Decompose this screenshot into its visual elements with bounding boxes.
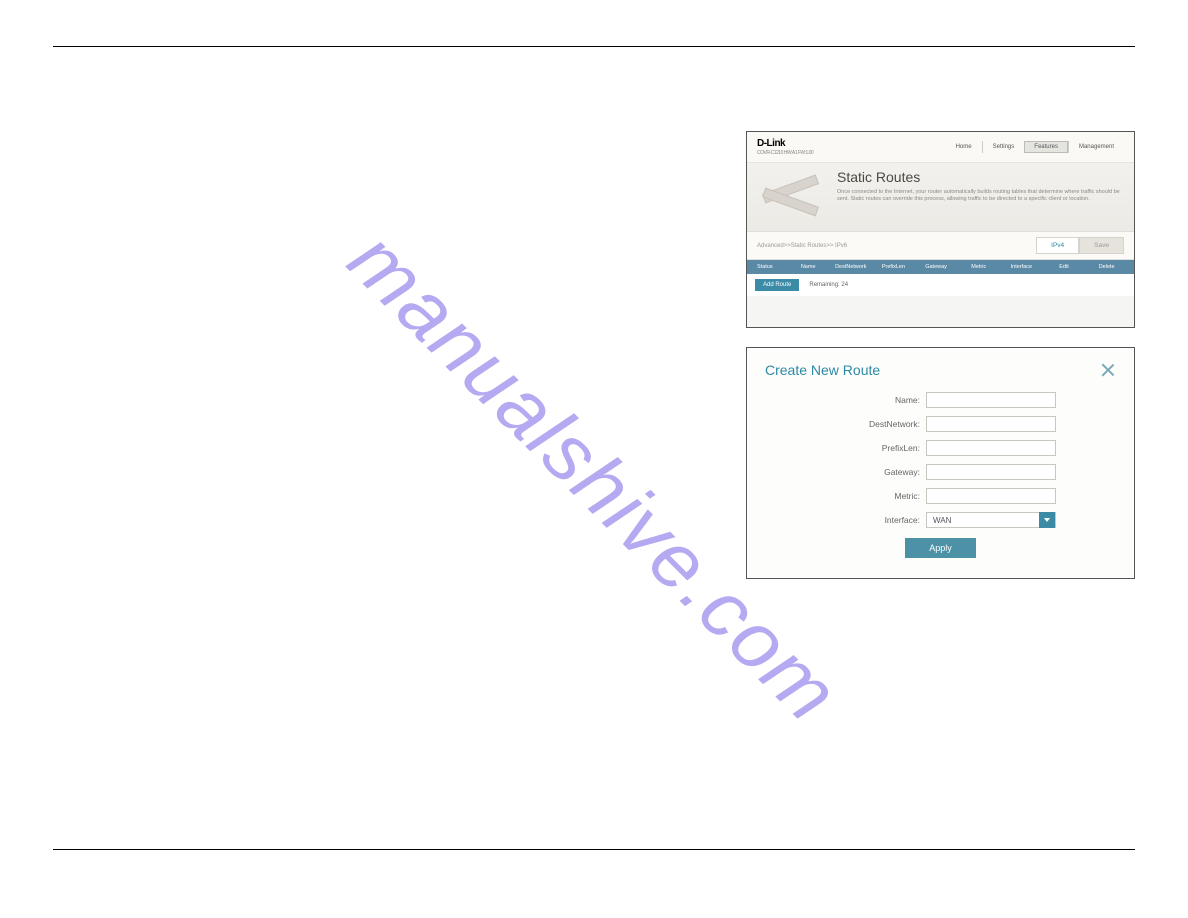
brand-block: D-Link COVR-C1210 HW:A1 FW:1.00 — [757, 138, 813, 156]
col-metric: Metric — [957, 264, 1000, 270]
ipv4-link[interactable]: IPv4 — [1036, 237, 1079, 254]
routes-table-header: Status Name DestNetwork PrefixLen Gatewa… — [747, 260, 1134, 274]
col-delete: Delete — [1085, 264, 1128, 270]
breadcrumb: Advanced>>Static Routes>> IPv6 — [757, 243, 847, 249]
nav-management[interactable]: Management — [1068, 141, 1124, 153]
page-rule-bottom — [53, 849, 1135, 850]
signpost-icon — [757, 169, 827, 219]
dialog-header: Create New Route — [765, 362, 1116, 378]
page-title: Static Routes — [837, 169, 1124, 185]
col-destnetwork: DestNetwork — [829, 264, 872, 270]
label-interface: Interface: — [885, 515, 920, 525]
gateway-field[interactable] — [926, 464, 1056, 480]
breadcrumb-buttons: IPv4 Save — [1036, 237, 1124, 254]
nav-settings[interactable]: Settings — [982, 141, 1025, 153]
col-interface: Interface — [1000, 264, 1043, 270]
metric-field[interactable] — [926, 488, 1056, 504]
row-destnetwork: DestNetwork: — [765, 416, 1116, 432]
col-edit: Edit — [1043, 264, 1086, 270]
row-name: Name: — [765, 392, 1116, 408]
chevron-down-icon — [1039, 512, 1055, 528]
col-status: Status — [753, 264, 787, 270]
nav-home[interactable]: Home — [946, 141, 982, 153]
col-prefixlen: PrefixLen — [872, 264, 915, 270]
prefixlen-field[interactable] — [926, 440, 1056, 456]
breadcrumb-row: Advanced>>Static Routes>> IPv6 IPv4 Save — [747, 231, 1134, 260]
table-footer-row: Add Route Remaining: 24 — [747, 274, 1134, 296]
label-prefixlen: PrefixLen: — [882, 443, 920, 453]
add-route-button[interactable]: Add Route — [755, 279, 799, 291]
page-rule-top — [53, 46, 1135, 47]
main-nav: Home Settings Features Management — [946, 141, 1124, 153]
destnetwork-field[interactable] — [926, 416, 1056, 432]
router-static-routes-screenshot: D-Link COVR-C1210 HW:A1 FW:1.00 Home Set… — [746, 131, 1135, 328]
router-topbar: D-Link COVR-C1210 HW:A1 FW:1.00 Home Set… — [747, 132, 1134, 163]
create-new-route-dialog: Create New Route Name: DestNetwork: Pref… — [746, 347, 1135, 579]
row-prefixlen: PrefixLen: — [765, 440, 1116, 456]
close-icon[interactable] — [1100, 362, 1116, 378]
dlink-logo: D-Link — [757, 138, 813, 149]
label-metric: Metric: — [895, 491, 921, 501]
label-name: Name: — [895, 395, 920, 405]
remaining-count: Remaining: 24 — [809, 282, 848, 288]
row-metric: Metric: — [765, 488, 1116, 504]
interface-select[interactable]: WAN — [926, 512, 1056, 528]
name-field[interactable] — [926, 392, 1056, 408]
save-button[interactable]: Save — [1079, 237, 1124, 254]
page-description: Once connected to the Internet, your rou… — [837, 189, 1124, 203]
dialog-title: Create New Route — [765, 362, 880, 378]
nav-features[interactable]: Features — [1024, 141, 1068, 153]
interface-value: WAN — [933, 516, 951, 525]
label-gateway: Gateway: — [884, 467, 920, 477]
model-label: COVR-C1210 HW:A1 FW:1.00 — [757, 150, 813, 156]
hero-text: Static Routes Once connected to the Inte… — [837, 169, 1124, 203]
col-name: Name — [787, 264, 830, 270]
row-interface: Interface: WAN — [765, 512, 1116, 528]
hero-section: Static Routes Once connected to the Inte… — [747, 163, 1134, 231]
col-gateway: Gateway — [915, 264, 958, 270]
label-destnetwork: DestNetwork: — [869, 419, 920, 429]
apply-button[interactable]: Apply — [905, 538, 976, 558]
row-gateway: Gateway: — [765, 464, 1116, 480]
